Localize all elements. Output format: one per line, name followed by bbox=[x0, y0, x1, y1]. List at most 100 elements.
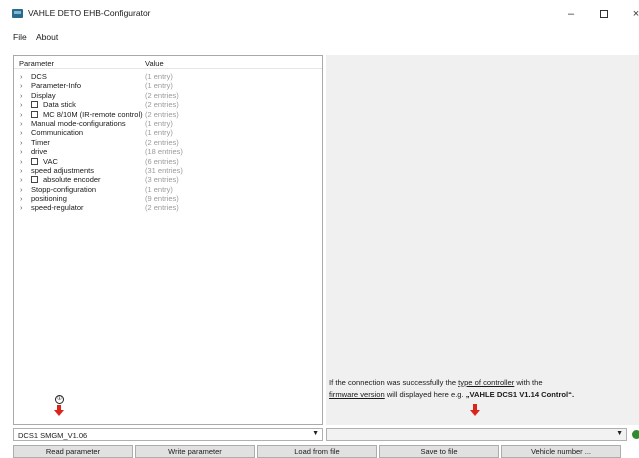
tree-row-label: Manual mode-configurations bbox=[31, 118, 126, 128]
expand-chevron-icon[interactable]: › bbox=[20, 72, 23, 81]
info-link-controller-type: type of controller bbox=[458, 378, 515, 387]
tree-row-value: (2 entries) bbox=[145, 100, 179, 110]
tree-row[interactable]: › positioning (9 entries) bbox=[14, 194, 322, 203]
expand-chevron-icon[interactable]: › bbox=[20, 185, 23, 194]
tree-row[interactable]: › DCS (1 entry) bbox=[14, 72, 322, 81]
tree-row-value: (3 entries) bbox=[145, 175, 179, 185]
expand-chevron-icon[interactable]: › bbox=[20, 81, 23, 90]
menu-about[interactable]: About bbox=[36, 32, 58, 42]
expand-chevron-icon[interactable]: › bbox=[20, 194, 23, 203]
tree-row-checkbox[interactable] bbox=[31, 176, 38, 184]
title-bar: VAHLE DETO EHB-Configurator – × bbox=[0, 0, 639, 30]
load-from-file-button[interactable]: Load from file bbox=[257, 445, 377, 458]
tree-row-label: Communication bbox=[31, 128, 84, 138]
save-to-file-button[interactable]: Save to file bbox=[379, 445, 499, 458]
expand-chevron-icon[interactable]: › bbox=[20, 110, 23, 119]
tree-row[interactable]: › VAC (6 entries) bbox=[14, 157, 322, 166]
close-button[interactable]: × bbox=[628, 6, 639, 22]
tree-row-value: (2 entries) bbox=[145, 109, 179, 119]
tree-row-label: speed-regulator bbox=[31, 203, 84, 213]
tree-row-value: (2 entries) bbox=[145, 90, 179, 100]
firmware-select[interactable]: ▼ bbox=[326, 428, 627, 441]
tree-row[interactable]: › absolute encoder (3 entries) bbox=[14, 175, 322, 184]
tree-row[interactable]: › Communication (1 entry) bbox=[14, 128, 322, 137]
controller-select[interactable]: DCS1 SMGM_V1.06 ▼ bbox=[13, 428, 323, 441]
column-header-parameter[interactable]: Parameter bbox=[19, 59, 54, 68]
tree-header: Parameter Value bbox=[14, 56, 322, 69]
annotation-arrow-down-icon bbox=[54, 405, 64, 416]
expand-chevron-icon[interactable]: › bbox=[20, 166, 23, 175]
tree-row-value: (1 entry) bbox=[145, 81, 173, 91]
vehicle-number-button[interactable]: Vehicle number ... bbox=[501, 445, 621, 458]
tree-row-label: Data stick bbox=[43, 100, 76, 110]
maximize-button[interactable] bbox=[596, 6, 612, 22]
expand-chevron-icon[interactable]: › bbox=[20, 147, 23, 156]
info-text-part: with the bbox=[514, 378, 543, 387]
controller-select-value: DCS1 SMGM_V1.06 bbox=[18, 431, 88, 440]
tree-row[interactable]: › Manual mode-configurations (1 entry) bbox=[14, 119, 322, 128]
app-icon bbox=[12, 9, 23, 18]
tree-row-checkbox[interactable] bbox=[31, 101, 38, 109]
connection-info-text: If the connection was successfully the t… bbox=[329, 377, 639, 401]
tree-row-value: (1 entry) bbox=[145, 184, 173, 194]
tree-row-value: (6 entries) bbox=[145, 156, 179, 166]
tree-row-label: speed adjustments bbox=[31, 165, 94, 175]
tree-row-value: (1 entry) bbox=[145, 72, 173, 81]
annotation-marker-1: ① bbox=[55, 395, 64, 404]
tree-row-label: Timer bbox=[31, 137, 50, 147]
tree-row-value: (9 entries) bbox=[145, 194, 179, 204]
tree-row[interactable]: › Stopp-configuration (1 entry) bbox=[14, 185, 322, 194]
tree-row-checkbox[interactable] bbox=[31, 110, 38, 118]
tree-row[interactable]: › Data stick (2 entries) bbox=[14, 100, 322, 109]
tree-row-label: Parameter-Info bbox=[31, 81, 82, 91]
chevron-down-icon: ▼ bbox=[616, 430, 623, 437]
expand-chevron-icon[interactable]: › bbox=[20, 138, 23, 147]
tree-row-value: (1 entry) bbox=[145, 118, 173, 128]
expand-chevron-icon[interactable]: › bbox=[20, 119, 23, 128]
tree-row[interactable]: › drive (18 entries) bbox=[14, 147, 322, 156]
tree-row-value: (1 entry) bbox=[145, 128, 173, 138]
column-header-value[interactable]: Value bbox=[145, 59, 164, 68]
tree-row[interactable]: › Display (2 entries) bbox=[14, 91, 322, 100]
expand-chevron-icon[interactable]: › bbox=[20, 203, 23, 212]
expand-chevron-icon[interactable]: › bbox=[20, 128, 23, 137]
tree-row-label: Display bbox=[31, 90, 56, 100]
tree-row-checkbox[interactable] bbox=[31, 157, 38, 165]
tree-row[interactable]: › speed-regulator (2 entries) bbox=[14, 203, 322, 212]
minimize-button[interactable]: – bbox=[563, 6, 579, 22]
tree-row-value: (2 entries) bbox=[145, 203, 179, 213]
write-parameter-button[interactable]: Write parameter bbox=[135, 445, 255, 458]
tree-row-value: (18 entries) bbox=[145, 147, 183, 157]
tree-row-label: absolute encoder bbox=[43, 175, 101, 185]
tree-row-label: drive bbox=[31, 147, 48, 157]
tree-row-value: (2 entries) bbox=[145, 137, 179, 147]
maximize-icon bbox=[600, 10, 608, 19]
connection-status-icon[interactable] bbox=[632, 430, 639, 439]
annotation-arrow-down-icon bbox=[470, 404, 480, 416]
expand-chevron-icon[interactable]: › bbox=[20, 175, 23, 184]
expand-chevron-icon[interactable]: › bbox=[20, 157, 23, 166]
expand-chevron-icon[interactable]: › bbox=[20, 91, 23, 100]
chevron-down-icon: ▼ bbox=[312, 430, 319, 437]
window-title: VAHLE DETO EHB-Configurator bbox=[28, 8, 151, 18]
tree-row-label: Stopp-configuration bbox=[31, 184, 97, 194]
tree-row-label: VAC bbox=[43, 156, 58, 166]
tree-row[interactable]: › Parameter-Info (1 entry) bbox=[14, 81, 322, 90]
tree-rows: › DCS (1 entry) › Parameter-Info (1 entry) › Di… bbox=[14, 72, 322, 213]
expand-chevron-icon[interactable]: › bbox=[20, 100, 23, 109]
tree-row-label: MC 8/10M (IR-remote control) bbox=[43, 109, 143, 119]
info-text-part: If the connection was successfully the bbox=[329, 378, 459, 387]
menu-bar: File About bbox=[0, 30, 639, 44]
tree-row-label: DCS bbox=[31, 72, 47, 81]
info-example-controller: „VAHLE DCS1 V1.14 Control“. bbox=[465, 390, 575, 399]
tree-row[interactable]: › speed adjustments (31 entries) bbox=[14, 166, 322, 175]
info-text-part: will displayed here e.g. bbox=[384, 390, 466, 399]
tree-row[interactable]: › Timer (2 entries) bbox=[14, 138, 322, 147]
tree-row[interactable]: › MC 8/10M (IR-remote control) (2 entries) bbox=[14, 110, 322, 119]
info-link-firmware-version: firmware version bbox=[329, 390, 385, 399]
read-parameter-button[interactable]: Read parameter bbox=[13, 445, 133, 458]
parameter-tree[interactable]: Parameter Value › DCS (1 entry) › Parameter-… bbox=[13, 55, 323, 425]
menu-file[interactable]: File bbox=[13, 32, 27, 42]
controller-info-panel: If the connection was successfully the t… bbox=[326, 55, 639, 425]
tree-row-label: positioning bbox=[31, 194, 67, 204]
